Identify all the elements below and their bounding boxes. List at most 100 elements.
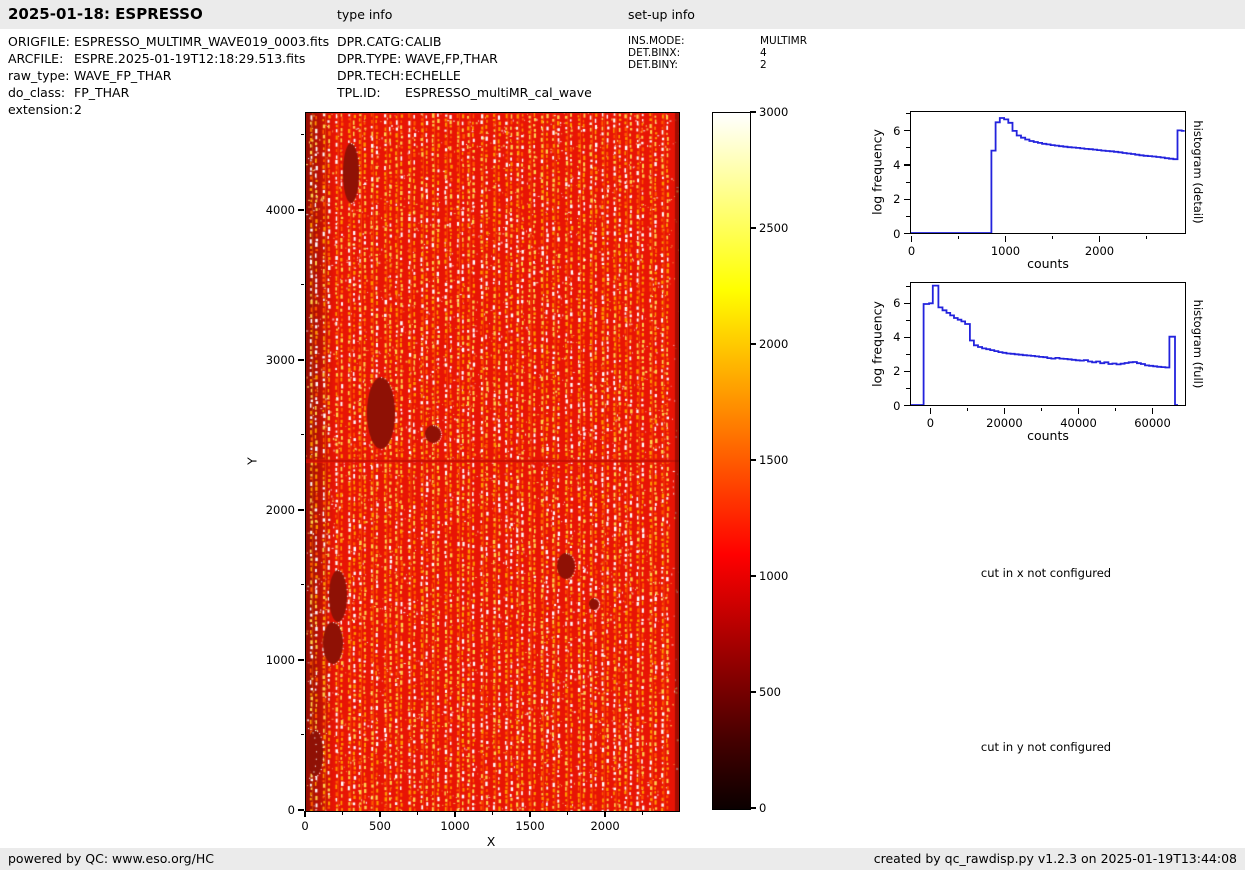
tick-mark <box>1051 235 1053 239</box>
tick-mark <box>300 284 304 286</box>
field-value: 4 <box>760 47 767 59</box>
histogram-full-plot <box>910 282 1186 406</box>
field-label: DPR.TECH: <box>337 68 405 83</box>
colorbar-tick-label: 500 <box>759 685 781 699</box>
type-info-row: TPL.ID: ESPRESSO_multiMR_cal_wave <box>337 85 592 100</box>
type-info-row: DPR.TYPE: WAVE,FP,THAR <box>337 51 498 66</box>
footer-left-text: powered by QC: www.eso.org/HC <box>8 851 214 866</box>
colorbar-tick-label: 2500 <box>759 221 789 235</box>
y-tick-label: 2000 <box>265 502 295 517</box>
tick-mark <box>906 181 910 183</box>
type-info-heading: type info <box>337 7 393 22</box>
tick-mark <box>906 387 910 389</box>
field-value: 2 <box>760 59 767 71</box>
field-label: DPR.CATG: <box>337 34 405 49</box>
x-tick-label: 500 <box>369 819 391 833</box>
tick-mark <box>298 209 304 211</box>
colorbar <box>712 112 751 810</box>
histogram-detail-right-label: histogram (detail) <box>1191 120 1205 224</box>
tick-mark <box>417 811 419 815</box>
colorbar-tick-label: 0 <box>759 801 767 815</box>
tick-mark <box>903 198 910 200</box>
page-title: 2025-01-18: ESPRESSO <box>8 5 203 23</box>
histogram-full-xlabel: counts <box>1027 428 1069 443</box>
tick-mark <box>298 809 304 811</box>
setup-info-row: DET.BINX: 4 <box>628 47 767 59</box>
file-info-row: ARCFILE: ESPRE.2025-01-19T12:18:29.513.fi… <box>8 51 305 66</box>
x-tick-label: 0 <box>301 819 309 833</box>
raw-image-xlabel: X <box>486 834 496 849</box>
y-tick-label: 6 <box>893 123 901 138</box>
y-tick-label: 6 <box>893 296 901 311</box>
tick-mark <box>903 232 910 235</box>
tick-mark <box>529 811 531 817</box>
tick-mark <box>604 811 606 817</box>
field-label: DET.BINX: <box>628 47 681 59</box>
field-label: raw_type: <box>8 68 70 83</box>
y-tick-label: 2 <box>893 192 901 207</box>
tick-mark <box>903 302 910 304</box>
file-info-row: extension:2 <box>8 102 82 117</box>
y-tick-label: 3000 <box>265 352 295 367</box>
colorbar-tick-label: 3000 <box>759 105 789 119</box>
field-value: ECHELLE <box>405 68 461 83</box>
x-tick-label: 2000 <box>1084 243 1115 258</box>
tick-mark <box>750 227 756 229</box>
x-tick-label: 0 <box>926 415 935 430</box>
tick-mark <box>906 147 910 149</box>
histogram-detail-xlabel: counts <box>1027 256 1069 271</box>
y-tick-label: 2 <box>893 364 901 379</box>
setup-info-row: INS.MODE: MULTIMR <box>628 35 807 47</box>
tick-mark <box>300 734 304 736</box>
field-value: MULTIMR <box>760 35 808 47</box>
y-tick-label: 1000 <box>265 652 295 667</box>
y-tick-label: 0 <box>893 398 901 413</box>
type-info-row: DPR.TECH:ECHELLE <box>337 68 461 83</box>
x-tick-label: 0 <box>907 243 916 258</box>
footer-right-text: created by qc_rawdisp.py v1.2.3 on 2025-… <box>873 851 1237 866</box>
tick-mark <box>750 111 756 113</box>
field-value: ESPRESSO_multiMR_cal_wave <box>405 85 592 100</box>
field-value: ESPRE.2025-01-19T12:18:29.513.fits <box>74 51 306 66</box>
tick-mark <box>929 407 932 414</box>
file-info-row: raw_type: WAVE_FP_THAR <box>8 68 171 83</box>
tick-mark <box>300 434 304 436</box>
tick-mark <box>642 811 644 815</box>
y-tick-label: 0 <box>893 226 901 241</box>
field-label: ARCFILE: <box>8 51 64 66</box>
histogram-detail-line <box>911 117 1185 233</box>
histogram-full-right-label: histogram (full) <box>1191 299 1205 389</box>
tick-mark <box>1040 407 1042 411</box>
tick-mark <box>1004 235 1007 242</box>
raw-image-ylabel: Y <box>244 457 260 465</box>
y-tick-label: 4 <box>893 157 901 172</box>
tick-mark <box>1151 407 1154 414</box>
field-label: DPR.TYPE: <box>337 51 402 66</box>
x-tick-label: 40000 <box>1060 415 1097 430</box>
tick-mark <box>957 235 959 239</box>
tick-mark <box>903 164 910 166</box>
field-label: do_class: <box>8 85 66 100</box>
tick-mark <box>903 404 910 407</box>
field-value: WAVE_FP_THAR <box>74 68 172 83</box>
field-label: INS.MODE: <box>628 35 685 47</box>
tick-mark <box>750 459 756 461</box>
tick-mark <box>910 235 913 242</box>
tick-mark <box>750 343 756 345</box>
setup-info-heading: set-up info <box>628 7 695 22</box>
tick-mark <box>300 584 304 586</box>
tick-mark <box>1115 407 1117 411</box>
tick-mark <box>903 129 910 132</box>
tick-mark <box>492 811 494 815</box>
tick-mark <box>906 353 910 355</box>
tick-mark <box>304 811 306 817</box>
tick-mark <box>903 370 910 373</box>
histogram-full-ylabel: log frequency <box>869 301 885 387</box>
tick-mark <box>750 691 756 693</box>
field-label: ORIGFILE: <box>8 34 70 49</box>
cut-y-message: cut in y not configured <box>980 740 1112 754</box>
tick-mark <box>906 112 910 114</box>
tick-mark <box>454 811 456 817</box>
tick-mark <box>1145 235 1147 239</box>
raw-image-heatmap <box>306 113 679 811</box>
